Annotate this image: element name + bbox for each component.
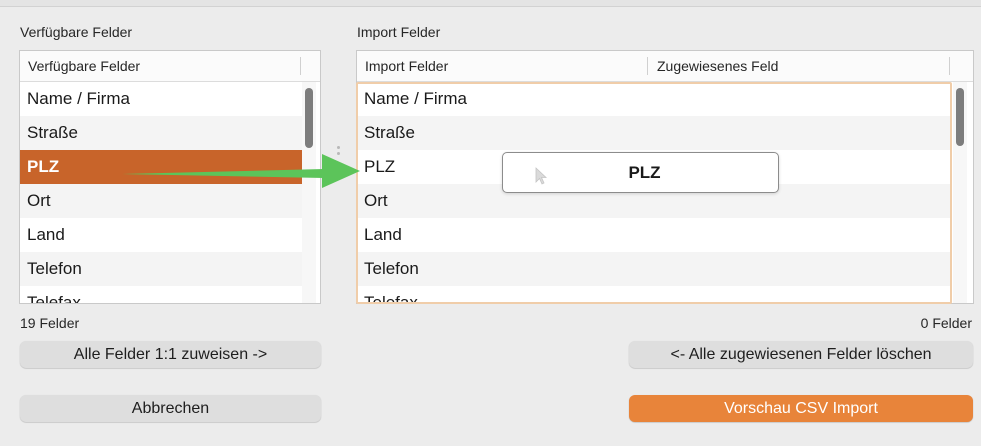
available-fields-header: Verfügbare Felder: [20, 51, 320, 82]
drag-arrow-icon: [122, 154, 360, 188]
preview-csv-import-button[interactable]: Vorschau CSV Import: [629, 395, 973, 422]
available-fields-column-header[interactable]: Verfügbare Felder: [20, 51, 300, 81]
list-item[interactable]: Straße: [20, 116, 302, 150]
available-fields-list: Name / Firma Straße PLZ Ort Land Telefon…: [20, 82, 302, 303]
drag-preview: PLZ: [502, 152, 779, 193]
import-fields-scrollbar[interactable]: [953, 82, 967, 303]
list-item[interactable]: Telefon: [357, 252, 951, 286]
assigned-field-column-header[interactable]: Zugewiesenes Feld: [649, 51, 949, 81]
import-fields-count: 0 Felder: [920, 315, 972, 331]
list-item[interactable]: Telefon: [20, 252, 302, 286]
assign-all-button[interactable]: Alle Felder 1:1 zuweisen ->: [20, 341, 321, 368]
list-item[interactable]: Name / Firma: [20, 82, 302, 116]
clear-assigned-button[interactable]: <- Alle zugewiesenen Felder löschen: [629, 341, 973, 368]
list-item[interactable]: Name / Firma: [357, 82, 951, 116]
list-item[interactable]: Land: [20, 218, 302, 252]
available-fields-scrollbar[interactable]: [302, 82, 316, 303]
import-fields-label: Import Felder: [357, 24, 441, 40]
column-separator: [300, 57, 301, 75]
scrollbar-thumb[interactable]: [305, 88, 313, 148]
list-item[interactable]: Telefax: [357, 286, 951, 303]
list-item[interactable]: Straße: [357, 116, 951, 150]
scrollbar-thumb[interactable]: [956, 88, 964, 146]
column-separator: [647, 57, 648, 75]
column-separator: [949, 57, 950, 75]
window-top-edge: [0, 0, 981, 7]
import-fields-column-header[interactable]: Import Felder: [357, 51, 647, 81]
drag-preview-label: PLZ: [628, 163, 661, 182]
available-fields-label: Verfügbare Felder: [20, 24, 133, 40]
import-fields-header: Import Felder Zugewiesenes Feld: [357, 51, 973, 82]
available-fields-count: 19 Felder: [20, 315, 80, 331]
cancel-button[interactable]: Abbrechen: [20, 395, 321, 422]
list-item[interactable]: Land: [357, 218, 951, 252]
list-item[interactable]: Telefax: [20, 286, 302, 303]
